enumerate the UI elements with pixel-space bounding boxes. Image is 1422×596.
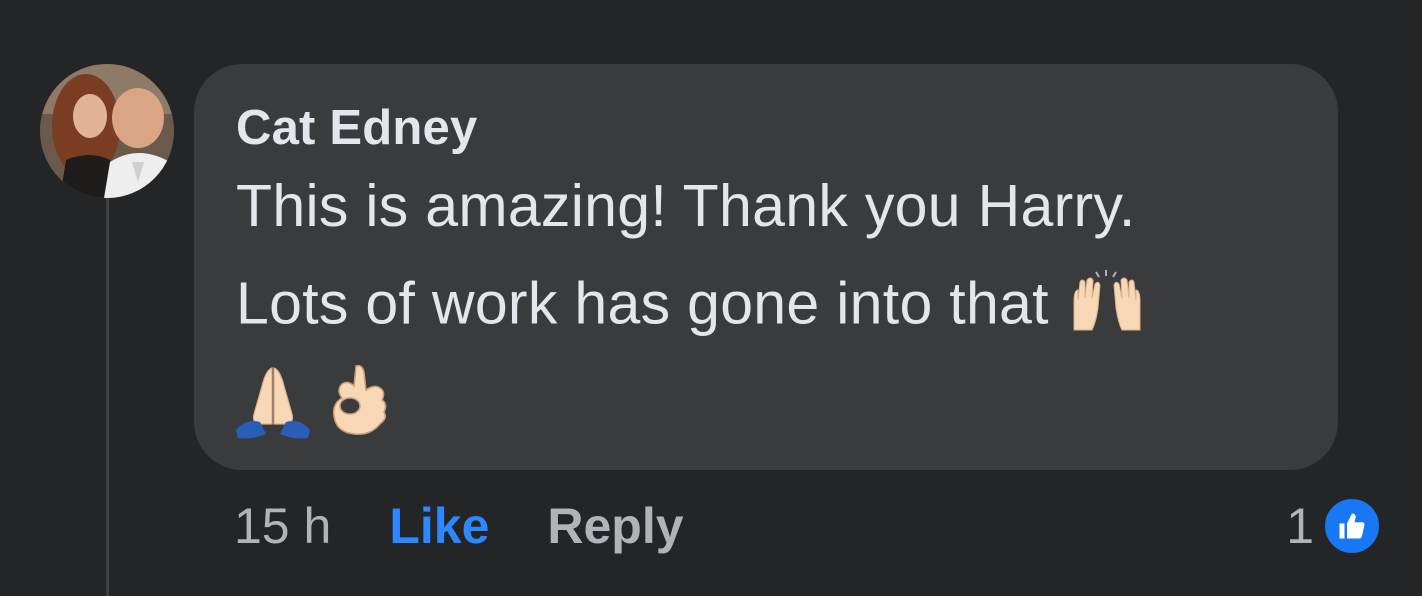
comment-bubble: Cat Edney This is amazing! Thank you Har… xyxy=(194,64,1338,470)
reaction-count: 1 xyxy=(1286,498,1314,554)
folded-hands-icon xyxy=(232,360,314,447)
comment-text-line-1: This is amazing! Thank you Harry. xyxy=(236,172,1136,240)
comment-text-line-2: Lots of work has gone into that xyxy=(236,268,1148,348)
comment-emoji-row xyxy=(232,360,392,447)
comment-actions: 15 h Like Reply xyxy=(234,494,684,558)
raising-hands-icon xyxy=(1066,268,1148,348)
previous-comment-fragment xyxy=(160,0,580,10)
comment-text: Lots of work has gone into that xyxy=(236,270,1049,337)
avatar[interactable] xyxy=(40,64,174,198)
comment-timestamp[interactable]: 15 h xyxy=(234,497,331,555)
comment-thread: Cat Edney This is amazing! Thank you Har… xyxy=(0,0,1422,596)
comment-author-name[interactable]: Cat Edney xyxy=(236,100,477,156)
reply-button[interactable]: Reply xyxy=(547,497,683,555)
thread-connector-line xyxy=(106,196,109,596)
reaction-summary[interactable]: 1 xyxy=(1286,494,1382,558)
like-reaction-icon xyxy=(1322,496,1382,556)
like-button[interactable]: Like xyxy=(389,497,489,555)
comment-text: This is amazing! Thank you Harry. xyxy=(236,173,1136,239)
ok-hand-icon xyxy=(326,360,392,447)
